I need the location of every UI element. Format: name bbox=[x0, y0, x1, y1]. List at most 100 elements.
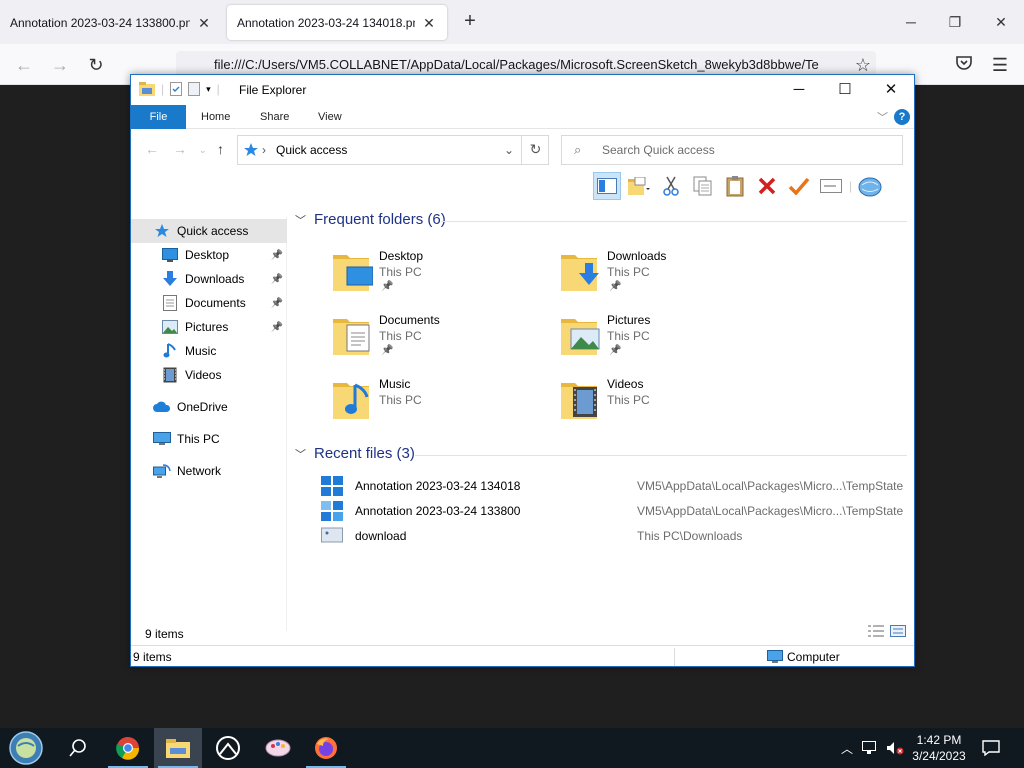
cut-icon[interactable] bbox=[657, 172, 685, 200]
rename-icon[interactable] bbox=[817, 172, 845, 200]
up-arrow-icon[interactable]: ↑ bbox=[217, 141, 224, 157]
music-folder-icon bbox=[333, 373, 373, 421]
paint-palette-icon bbox=[265, 739, 291, 757]
bookmark-star-icon[interactable]: ☆ bbox=[851, 54, 875, 76]
item-count: 9 items bbox=[145, 627, 184, 641]
address-bar[interactable]: › Quick access ⌄ bbox=[237, 135, 549, 165]
sidebar-item-label: Music bbox=[185, 344, 217, 358]
new-tab-button[interactable]: + bbox=[460, 11, 480, 32]
pictures-folder-icon bbox=[161, 319, 179, 335]
minimize-button[interactable]: ─ bbox=[896, 8, 926, 36]
onedrive-icon bbox=[153, 399, 171, 415]
close-tab-icon[interactable]: ✕ bbox=[421, 15, 437, 31]
globe-icon[interactable] bbox=[856, 172, 884, 200]
url-text: file:///C:/Users/VM5.COLLABNET/AppData/L… bbox=[214, 57, 819, 72]
address-dropdown-icon[interactable]: ⌄ bbox=[504, 136, 514, 164]
snip-sketch-taskbar-button[interactable] bbox=[204, 728, 252, 768]
expand-ribbon-chevron-icon[interactable]: ﹀ bbox=[877, 109, 888, 125]
collapse-chevron-icon[interactable]: ﹀ bbox=[295, 212, 306, 228]
forward-arrow-icon[interactable]: → bbox=[173, 141, 187, 157]
sidebar-item-this-pc[interactable]: This PC bbox=[131, 427, 287, 451]
forward-button[interactable]: → bbox=[48, 54, 72, 76]
pin-icon: 📌 bbox=[381, 281, 394, 292]
paint-taskbar-button[interactable] bbox=[254, 728, 302, 768]
help-icon[interactable]: ? bbox=[894, 109, 910, 125]
preview-pane-icon[interactable] bbox=[593, 172, 621, 200]
sidebar-item-desktop[interactable]: Desktop 📌 bbox=[131, 243, 287, 267]
sidebar-item-music[interactable]: Music bbox=[131, 339, 287, 363]
browser-tab-active[interactable]: Annotation 2023-03-24 134018.png ✕ bbox=[227, 5, 447, 40]
close-window-button[interactable]: ✕ bbox=[986, 8, 1016, 36]
recent-locations-chevron-icon[interactable]: ⌄ bbox=[199, 145, 207, 156]
details-view-icon[interactable] bbox=[868, 625, 884, 637]
explorer-close-button[interactable]: ✕ bbox=[868, 75, 914, 105]
close-tab-icon[interactable]: ✕ bbox=[196, 15, 212, 31]
frequent-folder-documents[interactable]: Documents This PC 📌 bbox=[333, 309, 543, 365]
show-hidden-icons-chevron-icon[interactable]: ︿ bbox=[838, 740, 856, 757]
network-tray-icon[interactable] bbox=[862, 741, 880, 755]
large-icons-view-icon[interactable] bbox=[890, 625, 906, 637]
status-location: Computer bbox=[767, 646, 840, 666]
search-input[interactable]: ⌕ Search Quick access bbox=[561, 135, 903, 165]
delete-icon[interactable] bbox=[753, 172, 781, 200]
recent-file-path: VM5\AppData\Local\Packages\Micro...\Temp… bbox=[637, 479, 904, 493]
refresh-button[interactable]: ↻ bbox=[521, 135, 549, 165]
clock-time: 1:42 PM bbox=[916, 733, 962, 747]
status-bar-count: 9 items bbox=[133, 650, 172, 664]
tab-title: Annotation 2023-03-24 134018.png bbox=[237, 15, 415, 30]
sidebar-item-downloads[interactable]: Downloads 📌 bbox=[131, 267, 287, 291]
file-explorer-taskbar-button[interactable] bbox=[154, 728, 202, 768]
recent-file-row[interactable]: Annotation 2023-03-24 133800 VM5\AppData\… bbox=[321, 500, 911, 522]
documents-folder-icon bbox=[333, 309, 373, 357]
new-item-icon[interactable] bbox=[625, 172, 653, 200]
back-button[interactable]: ← bbox=[12, 54, 36, 76]
new-folder-icon[interactable] bbox=[188, 82, 201, 96]
reload-button[interactable]: ↻ bbox=[84, 54, 108, 76]
notifications-button[interactable] bbox=[982, 728, 1000, 768]
explorer-minimize-button[interactable]: ─ bbox=[776, 75, 822, 105]
pocket-icon[interactable] bbox=[952, 54, 976, 76]
frequent-folders-header[interactable]: ﹀ Frequent folders (6) bbox=[295, 211, 446, 228]
explorer-maximize-button[interactable]: ☐ bbox=[822, 75, 868, 105]
frequent-folder-videos[interactable]: Videos This PC bbox=[561, 373, 771, 429]
start-orb-icon bbox=[9, 731, 43, 765]
recent-file-row[interactable]: download This PC\Downloads bbox=[321, 525, 911, 547]
search-taskbar-button[interactable] bbox=[54, 728, 102, 768]
start-button[interactable] bbox=[2, 728, 50, 768]
recent-file-row[interactable]: Annotation 2023-03-24 134018 VM5\AppData\… bbox=[321, 475, 911, 497]
sidebar-item-network[interactable]: Network bbox=[131, 459, 287, 483]
restore-button[interactable]: ❐ bbox=[940, 8, 970, 36]
checkmark-icon[interactable] bbox=[785, 172, 813, 200]
customize-qa-chevron-icon[interactable]: ▾ bbox=[206, 84, 211, 95]
properties-icon[interactable] bbox=[170, 82, 183, 96]
tab-view[interactable]: View bbox=[304, 105, 356, 129]
frequent-folder-desktop[interactable]: Desktop This PC 📌 bbox=[333, 245, 543, 301]
menu-icon[interactable]: ☰ bbox=[988, 54, 1012, 76]
image-file-icon bbox=[321, 501, 343, 521]
sidebar-item-videos[interactable]: Videos bbox=[131, 363, 287, 387]
chrome-taskbar-button[interactable] bbox=[104, 728, 152, 768]
back-arrow-icon[interactable]: ← bbox=[145, 141, 159, 157]
collapse-chevron-icon[interactable]: ﹀ bbox=[295, 446, 306, 462]
recent-files-header[interactable]: ﹀ Recent files (3) bbox=[295, 445, 415, 462]
tab-file[interactable]: File bbox=[131, 105, 186, 129]
firefox-taskbar-button[interactable] bbox=[302, 728, 350, 768]
sidebar-item-pictures[interactable]: Pictures 📌 bbox=[131, 315, 287, 339]
status-separator bbox=[674, 648, 675, 666]
copy-icon[interactable] bbox=[689, 172, 717, 200]
frequent-folder-music[interactable]: Music This PC bbox=[333, 373, 543, 429]
sidebar-item-label: This PC bbox=[177, 432, 220, 446]
clock[interactable]: 1:42 PM 3/24/2023 bbox=[906, 732, 972, 764]
browser-tab[interactable]: Annotation 2023-03-24 133800.png ✕ bbox=[0, 5, 222, 40]
tab-share[interactable]: Share bbox=[246, 105, 303, 129]
sidebar-item-onedrive[interactable]: OneDrive bbox=[131, 395, 287, 419]
volume-muted-icon[interactable] bbox=[886, 741, 904, 755]
paste-icon[interactable] bbox=[721, 172, 749, 200]
sidebar-item-documents[interactable]: Documents 📌 bbox=[131, 291, 287, 315]
frequent-folder-pictures[interactable]: Pictures This PC 📌 bbox=[561, 309, 771, 365]
sidebar-item-quick-access[interactable]: Quick access bbox=[131, 219, 287, 243]
frequent-folder-downloads[interactable]: Downloads This PC 📌 bbox=[561, 245, 771, 301]
sidebar-item-label: Desktop bbox=[185, 248, 230, 262]
tab-home[interactable]: Home bbox=[187, 105, 244, 129]
status-location-text: Computer bbox=[787, 650, 840, 664]
